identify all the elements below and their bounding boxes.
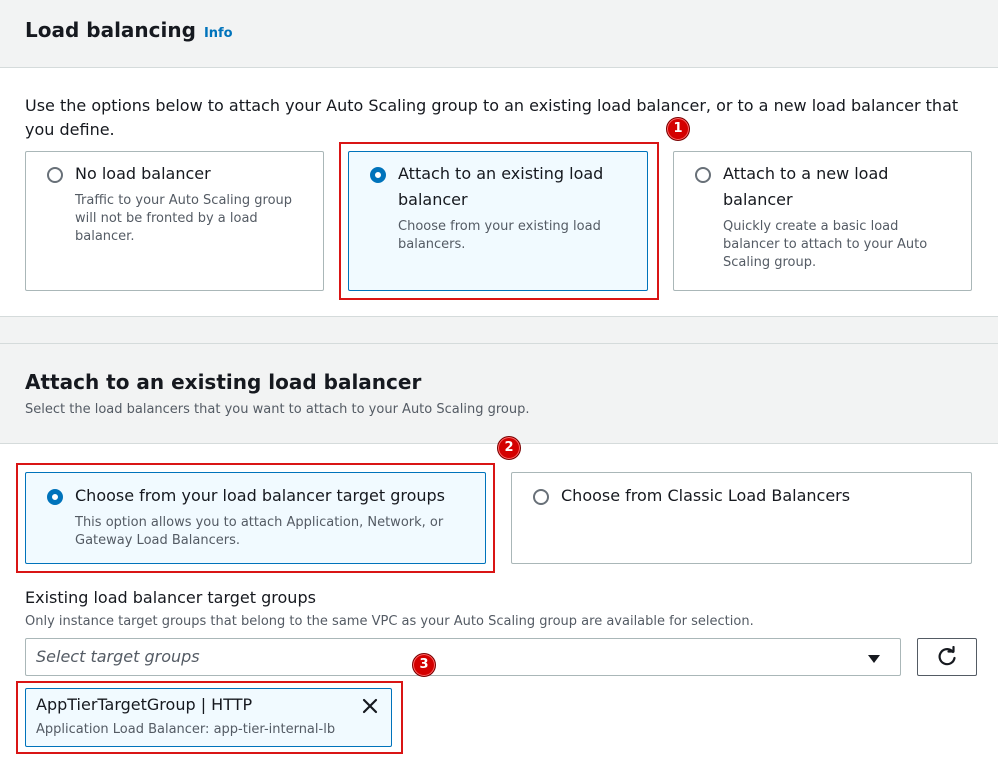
selected-target-group-token: AppTierTargetGroup | HTTP Application Lo… [25,688,392,747]
section-subtitle: Select the load balancers that you want … [25,402,530,417]
radio-no-load-balancer[interactable] [47,167,63,183]
option-title: No load balancer [75,164,211,183]
option-description: This option allows you to attach Applica… [75,514,475,550]
option-no-load-balancer[interactable]: No load balancer Traffic to your Auto Sc… [25,151,324,291]
option-desc-line: Quickly create a basic load [723,219,899,234]
option-attach-new-load-balancer[interactable]: Attach to a new load balancer Quickly cr… [673,151,972,291]
section-separator [0,316,998,344]
option-description: Traffic to your Auto Scaling group will … [75,192,315,246]
option-desc-line: This option allows you to attach Applica… [75,515,444,530]
target-groups-select[interactable]: Select target groups [25,638,901,676]
option-desc-line: balancer. [75,229,135,244]
radio-classic[interactable] [533,489,549,505]
refresh-icon [938,646,956,666]
annotation-badge-2: 2 [497,436,521,460]
option-title: Choose from your load balancer target gr… [75,486,446,505]
load-balancing-header: Load balancing Info [0,0,998,68]
refresh-button[interactable] [917,638,977,676]
page-title: Load balancing [25,18,196,42]
option-desc-line: balancer to attach to your Auto [723,237,928,252]
option-title: Choose from Classic Load Balancers [561,486,851,505]
option-attach-existing-load-balancer[interactable]: Attach to an existing load balancer Choo… [348,151,648,291]
option-title: Attach to an existing load balancer [398,162,638,212]
radio-attach-new[interactable] [695,167,711,183]
close-icon[interactable] [361,697,379,715]
field-label: Existing load balancer target groups [25,588,316,607]
description-line-2: you define. [25,120,115,139]
load-balancing-title-row: Load balancing Info [25,18,233,42]
radio-target-groups[interactable] [47,489,63,505]
option-title-line: Attach to a new load [723,164,889,183]
option-desc-line: Gateway Load Balancers. [75,533,240,548]
option-classic-load-balancers[interactable]: Choose from Classic Load Balancers [511,472,972,564]
option-title-line: Attach to an existing load [398,164,604,183]
section-description: Use the options below to attach your Aut… [25,94,975,142]
token-description: Application Load Balancer: app-tier-inte… [36,722,336,737]
option-desc-line: Choose from your existing load [398,219,601,234]
radio-attach-existing[interactable] [370,167,386,183]
section-title: Attach to an existing load balancer [25,370,422,394]
option-desc-line: Traffic to your Auto Scaling group [75,193,293,208]
option-desc-line: Scaling group. [723,255,817,270]
attach-existing-header: Attach to an existing load balancer Sele… [0,344,998,444]
field-hint: Only instance target groups that belong … [25,614,754,629]
option-desc-line: will not be fronted by a load [75,211,258,226]
description-line-1: Use the options below to attach your Aut… [25,96,959,115]
option-title-line: balancer [398,190,468,209]
option-description: Quickly create a basic load balancer to … [723,218,963,272]
info-link[interactable]: Info [204,26,233,41]
token-title: AppTierTargetGroup | HTTP [36,695,253,714]
option-target-groups[interactable]: Choose from your load balancer target gr… [25,472,486,564]
annotation-badge-1: 1 [666,117,690,141]
option-desc-line: balancers. [398,237,466,252]
option-title-line: balancer [723,190,793,209]
option-title: Attach to a new load balancer [723,162,963,212]
caret-down-icon [868,655,880,663]
select-placeholder: Select target groups [36,647,200,666]
option-description: Choose from your existing load balancers… [398,218,638,254]
annotation-badge-3: 3 [412,653,436,677]
